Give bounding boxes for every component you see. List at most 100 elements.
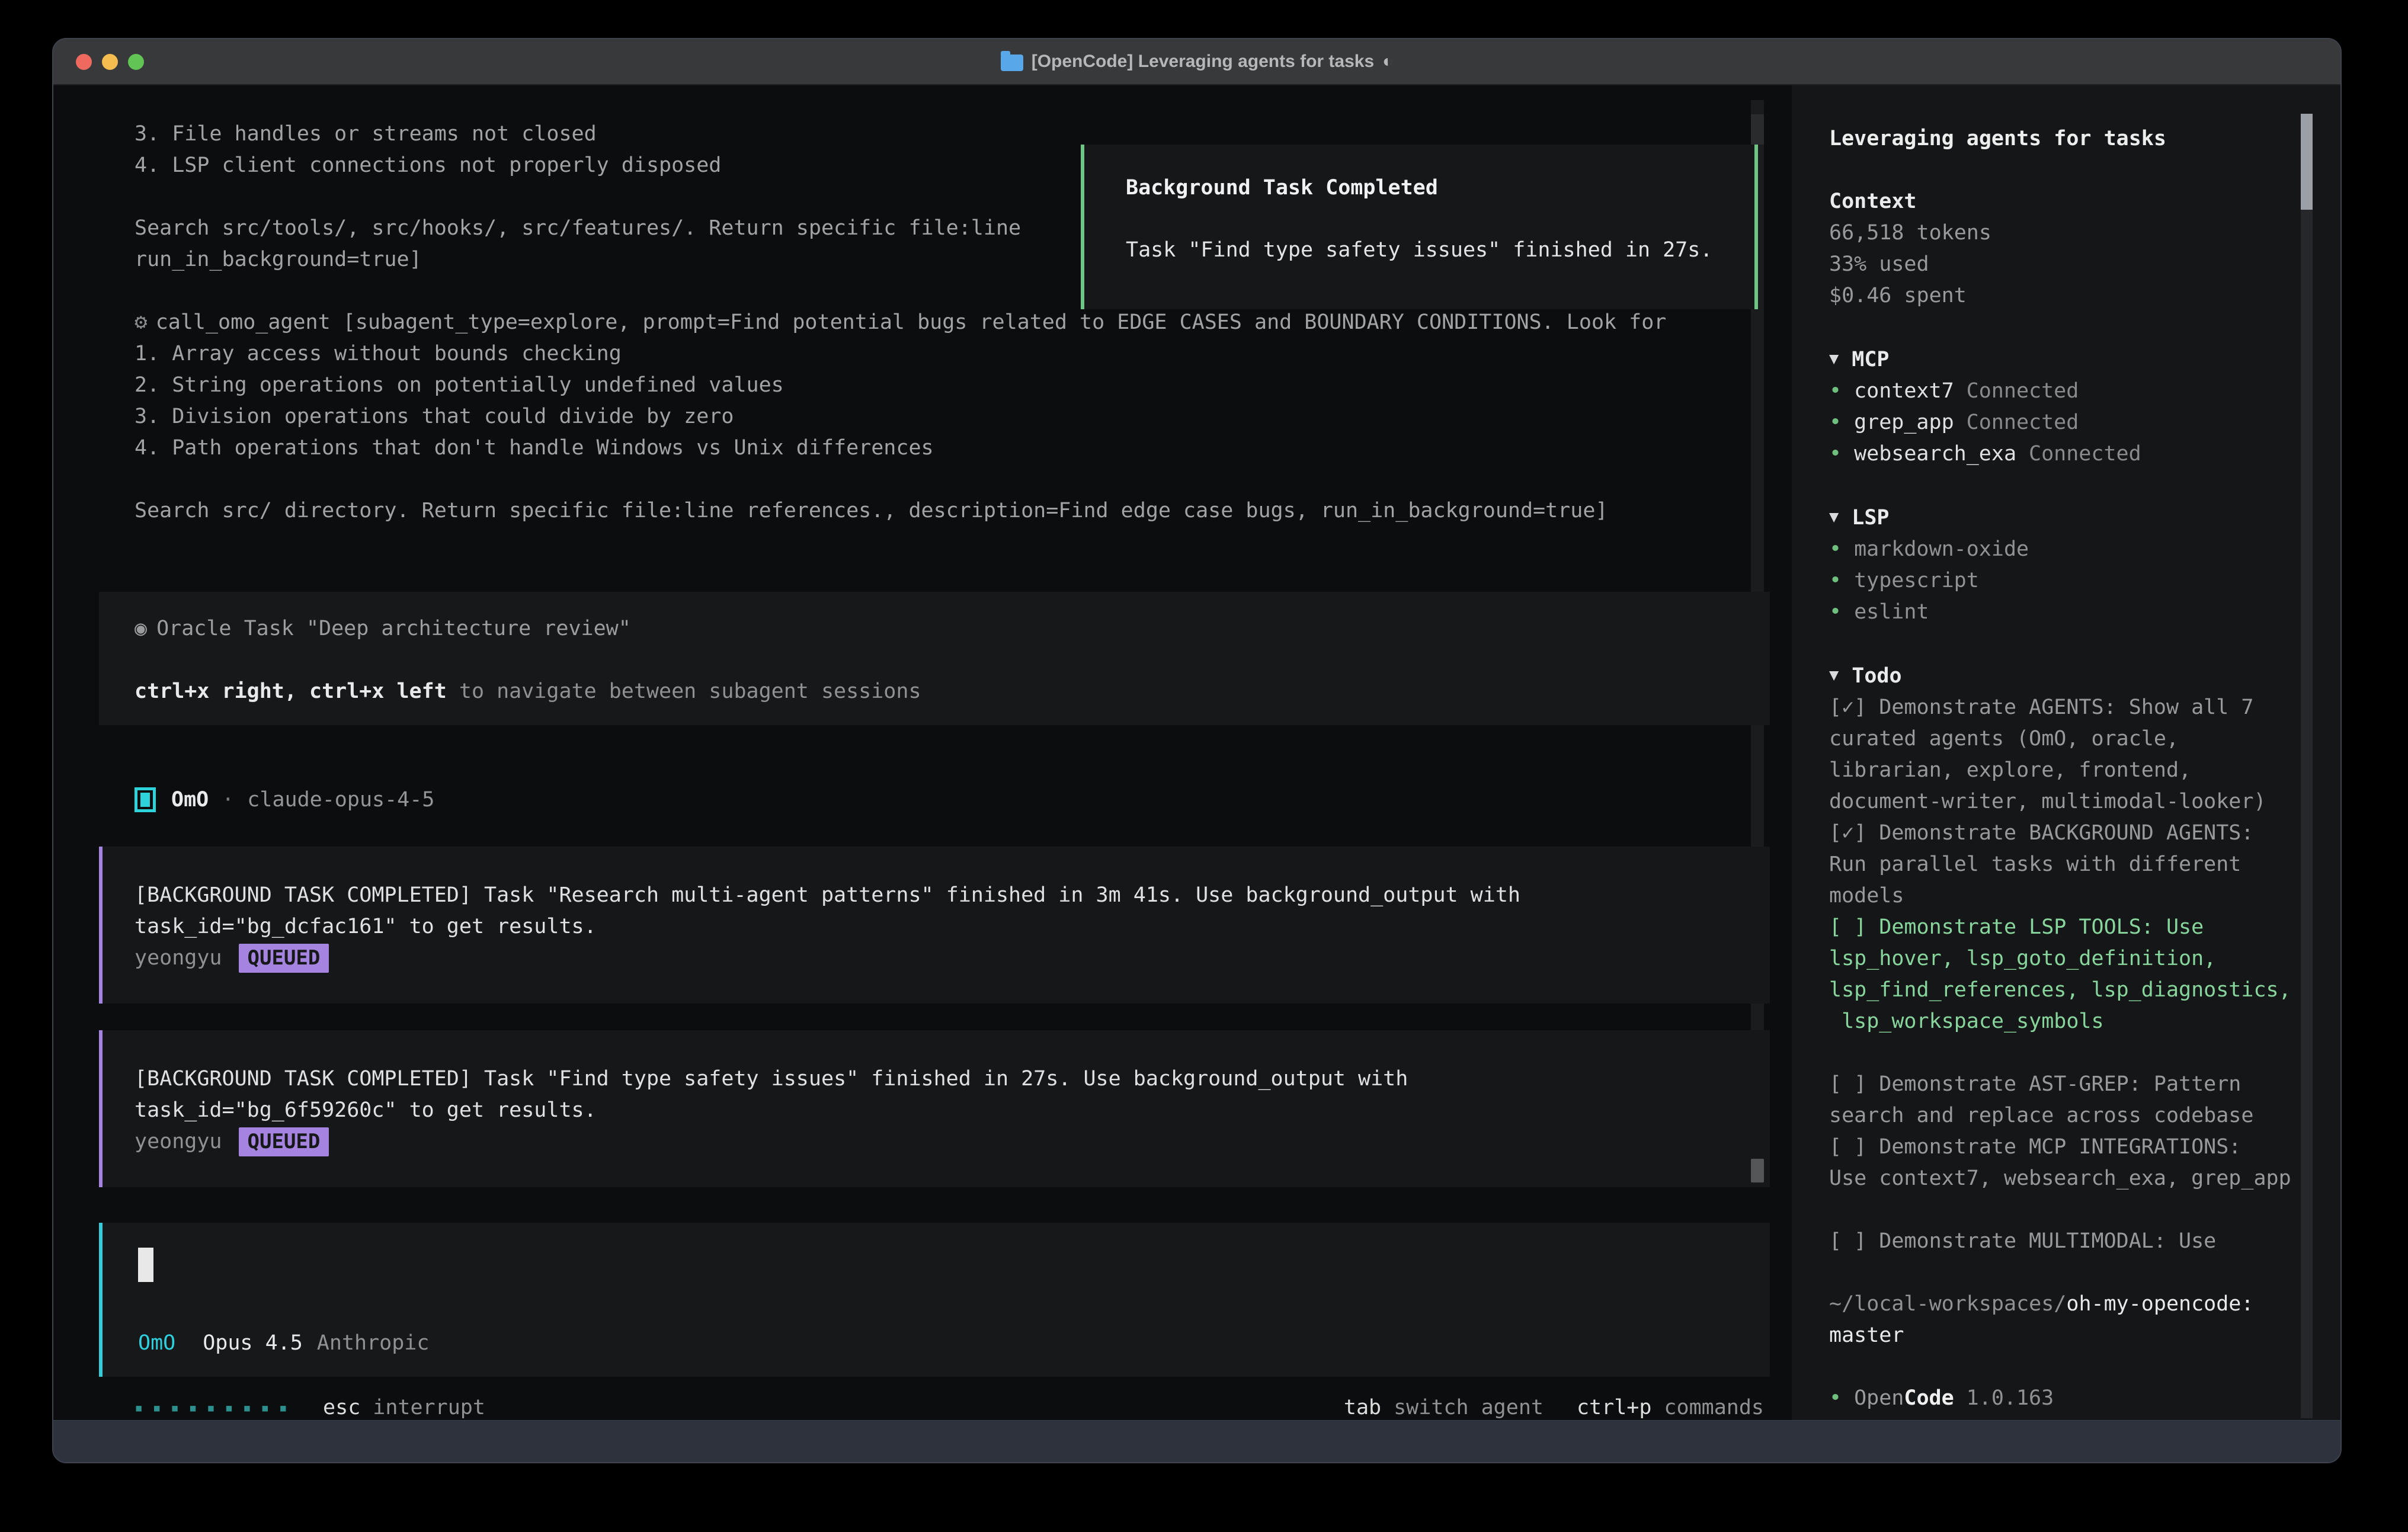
message-meta-row: yeongyuQUEUED [135,1126,1770,1158]
lsp-name: eslint [1854,600,1929,624]
todo-item-active: [ ] Demonstrate LSP TOOLS: Use [1829,912,2298,943]
spacer [1829,1037,2298,1069]
oracle-title-row: ◉ Oracle Task "Deep architecture review" [135,613,1770,645]
sidebar-content: Leveraging agents for tasks Context 66,5… [1792,85,2340,1414]
status-bar: ▪▪▪▪▪▪▪▪▪ esc interrupt tabswitch agent … [135,1392,1764,1423]
context-tokens: 66,518 tokens [1829,217,2298,249]
todo-item-pending: [ ] Demonstrate AST-GREP: Pattern [1829,1069,2298,1100]
mcp-section-header[interactable]: ▼MCP [1829,343,2298,376]
message-author: yeongyu [135,1130,222,1153]
context-heading: Context [1829,186,2298,217]
todo-item-done: document-writer, multimodal-looker) [1829,786,2298,818]
todo-section-header[interactable]: ▼Todo [1829,659,2298,692]
sidebar-scrollbar-thumb[interactable] [2301,114,2313,210]
mcp-item: •context7Connected [1829,376,2298,407]
status-dot-icon: • [1829,569,1842,592]
version-name-prefix: Open [1854,1386,1904,1410]
esc-key-label: interrupt [373,1396,485,1419]
spacer [1829,628,2298,659]
prompt-input[interactable]: OmO Opus 4.5 Anthropic [99,1223,1770,1377]
workspace-branch: master [1829,1320,2298,1351]
tool-call-line: 4. Path operations that don't handle Win… [135,432,1666,464]
version-name-bold: Code [1904,1386,1954,1410]
opencode-window: [OpenCode] Leveraging agents for tasks ◐… [52,38,2342,1463]
todo-item-done: [✓] Demonstrate AGENTS: Show all 7 [1829,692,2298,723]
todo-item-done: [✓] Demonstrate BACKGROUND AGENTS: [1829,818,2298,849]
status-dot-icon: • [1829,1386,1842,1410]
window-title-text: [OpenCode] Leveraging agents for tasks [1032,52,1374,72]
titlebar: [OpenCode] Leveraging agents for tasks ◐ [53,39,2340,85]
status-dot-icon: • [1829,537,1842,561]
lsp-heading: LSP [1852,506,1889,530]
toast-body: Task "Find type safety issues" finished … [1126,235,1754,266]
lsp-name: typescript [1854,569,1979,592]
agent-model: claude-opus-4-5 [247,788,434,812]
background-task-toast: Background Task Completed Task "Find typ… [1081,145,1758,309]
mcp-item: •grep_appConnected [1829,407,2298,438]
mcp-name: grep_app [1854,411,1954,434]
context-spent: $0.46 spent [1829,280,2298,312]
ctrlp-key-hint: ctrl+p [1577,1396,1651,1419]
tab-hint-group: tabswitch agent [1344,1396,1544,1419]
oracle-icon: ◉ [135,617,147,640]
chevron-down-icon: ▼ [1829,508,1839,526]
todo-item-done: curated agents (OmO, oracle, [1829,723,2298,755]
tool-call-line: 2. String operations on potentially unde… [135,370,1666,401]
spacer [1829,155,2298,186]
input-meta-row: OmO Opus 4.5 Anthropic [138,1327,1770,1358]
window-title: [OpenCode] Leveraging agents for tasks ◐ [53,39,2340,84]
todo-item-pending: Use context7, websearch_exa, grep_app [1829,1163,2298,1194]
mcp-status: Connected [2029,442,2141,466]
scrollback-line: run_in_background=true] [135,244,1021,275]
message-line: task_id="bg_6f59260c" to get results. [135,1095,1770,1126]
input-agent-label: OmO [138,1331,175,1355]
message-line: task_id="bg_dcfac161" to get results. [135,911,1770,943]
oracle-title: Oracle Task "Deep architecture review" [156,617,631,640]
main-scrollbar-top-segment[interactable] [1751,114,1764,145]
tool-call-head: ⚙call_omo_agent [subagent_type=explore, … [135,306,1666,338]
lsp-item: •markdown-oxide [1829,534,2298,565]
message-line: [BACKGROUND TASK COMPLETED] Task "Resear… [135,880,1770,911]
todo-item-done: librarian, explore, frontend, [1829,755,2298,786]
scrollback-line: 3. File handles or streams not closed [135,118,1021,150]
tool-call-blank [135,464,1666,495]
sidebar-scrollbar-track[interactable] [2301,210,2313,1418]
commands-hint-group: ctrl+p commands [1577,1396,1764,1419]
spacer [135,645,1770,676]
input-provider-label: Anthropic [317,1331,430,1355]
chevron-down-icon: ▼ [1829,350,1839,368]
spacer [1829,312,2298,343]
main-scrollbar-thumb[interactable] [1751,1159,1764,1182]
message-meta-row: yeongyuQUEUED [135,943,1770,974]
message-line: [BACKGROUND TASK COMPLETED] Task "Find t… [135,1063,1770,1095]
spinner-dots-icon: ▪▪▪▪▪▪▪▪▪ [135,1399,297,1416]
todo-item-active: lsp_hover, lsp_goto_definition, [1829,943,2298,975]
version-row: • OpenCode 1.0.163 [1829,1383,2298,1414]
esc-key-hint: esc [323,1396,360,1419]
todo-heading: Todo [1852,664,1901,688]
status-dot-icon: • [1829,411,1842,434]
moon-icon: ◐ [1382,52,1393,72]
sidebar: Leveraging agents for tasks Context 66,5… [1792,85,2340,1420]
spacer [1829,1257,2298,1289]
ctrlp-key-label: commands [1664,1396,1764,1419]
status-dot-icon: • [1829,600,1842,624]
tool-call-head-text: call_omo_agent [subagent_type=explore, p… [156,310,1667,334]
scrollback-line [135,181,1021,213]
chat-area: 3. File handles or streams not closed 4.… [53,85,1792,1420]
agent-name: OmO [171,788,209,812]
status-left: ▪▪▪▪▪▪▪▪▪ esc interrupt [135,1392,485,1423]
oracle-task-panel: ◉Oracle Task "Deep architecture review" … [99,592,1770,725]
lsp-item: • typescript [1829,565,2298,597]
oracle-hint-text: to navigate between subagent sessions [447,680,921,703]
tool-call-tail: Search src/ directory. Return specific f… [135,495,1666,527]
version-number: 1.0.163 [1967,1386,2054,1410]
lsp-section-header[interactable]: ▼ LSP [1829,501,2298,534]
todo-item-done: Run parallel tasks with different [1829,849,2298,880]
screen: [OpenCode] Leveraging agents for tasks ◐… [0,0,2408,1532]
workspace-path-prefix: ~/local-workspaces/ [1829,1292,2066,1316]
todo-item-pending: [ ] Demonstrate MULTIMODAL: Use [1829,1226,2298,1257]
agent-separator: · [222,788,234,812]
input-model-label: Opus 4.5 [203,1331,303,1355]
lsp-item: • eslint [1829,597,2298,628]
